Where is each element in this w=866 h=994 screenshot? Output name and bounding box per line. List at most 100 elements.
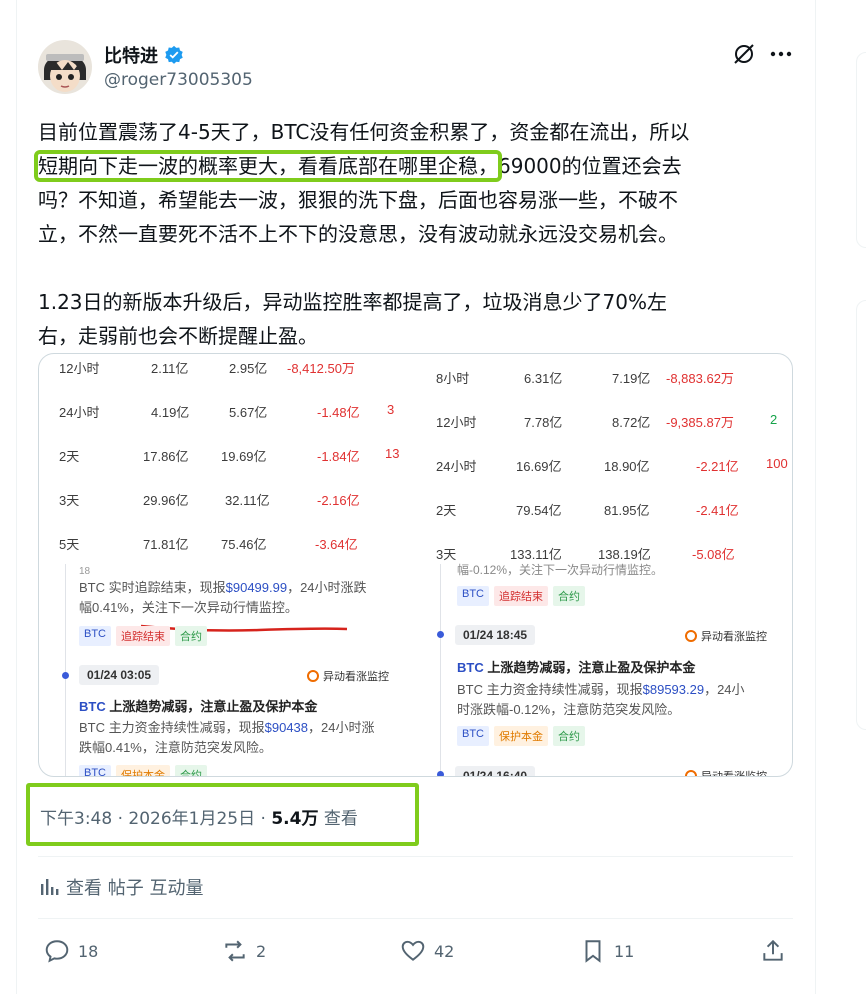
feed-symbol: BTC — [457, 660, 484, 675]
tag: BTC — [79, 626, 111, 646]
repost-button[interactable]: 2 — [222, 938, 266, 964]
like-button[interactable]: 42 — [400, 938, 454, 964]
author-handle[interactable]: @roger73005305 — [104, 70, 253, 90]
heart-icon — [401, 940, 425, 961]
feed-price: $90438 — [264, 720, 309, 735]
feed-time-badge: 01/24 03:05 — [79, 665, 160, 685]
verified-badge-icon — [165, 45, 183, 64]
tag: BTC — [457, 726, 489, 746]
tweet-line: 立，不然一直要死不活不上不下的没意思，没有波动就永远没交易机会。 — [38, 222, 678, 246]
feed-title-text: 上涨趋势减弱，注意止盈及保护本金 — [105, 699, 318, 714]
table-cell: -1.84亿 — [317, 449, 360, 464]
table-cell: 17.86亿 — [143, 449, 189, 464]
monitor-label: 异动看涨监控 — [307, 668, 389, 684]
table-cell: 75.46亿 — [221, 537, 267, 552]
table-cell: 2天 — [59, 449, 80, 464]
share-button[interactable] — [760, 938, 786, 964]
tweet-line-rest: 69000的位置还会去 — [498, 154, 682, 178]
table-cell: 71.81亿 — [143, 537, 189, 552]
more-options-icon[interactable] — [770, 50, 792, 58]
table-cell: 12小时 — [436, 415, 477, 430]
table-cell: -1.48亿 — [317, 405, 360, 420]
tweet-date[interactable]: 2026年1月25日 — [128, 809, 255, 829]
table-cell: -3.64亿 — [315, 537, 358, 552]
like-count: 42 — [434, 941, 455, 961]
table-cell: -9,385.87万 — [666, 415, 734, 430]
reply-count: 18 — [78, 941, 99, 961]
feed-title: BTC 上涨趋势减弱，注意止盈及保护本金 — [79, 696, 317, 715]
table-cell: 18.90亿 — [604, 459, 650, 474]
divider — [38, 918, 793, 919]
feed-text-part: ，24小 — [704, 682, 745, 697]
monitor-label: 异动看涨监控 — [685, 768, 767, 777]
bookmark-count: 11 — [614, 941, 635, 961]
tweet-time[interactable]: 下午3:48 — [40, 809, 112, 829]
table-cell: -5.08亿 — [692, 547, 735, 562]
views-count: 5.4万 — [271, 809, 319, 829]
tag: 合约 — [175, 765, 207, 776]
table-cell: -8,412.50万 — [287, 361, 355, 376]
tag: 合约 — [553, 586, 585, 606]
tweet-meta: 下午3:48 · 2026年1月25日 · 5.4万 查看 — [40, 804, 358, 829]
tweet-line: 吗？不知道，希望能去一波，狠狠的洗下盘，后面也容易涨一些，不破不 — [38, 188, 678, 212]
meta-separator: · — [112, 809, 129, 829]
action-bar: 18 2 42 11 — [38, 938, 798, 970]
share-icon — [763, 939, 783, 961]
feed-body: 时涨跌幅-0.12%，注意防范突发风险。 — [457, 702, 681, 717]
bookmark-icon — [585, 940, 601, 963]
analytics-icon — [41, 879, 59, 895]
tweet-line-highlighted: 短期向下走一波的概率更大，看看底部在哪里企稳，69000的位置还会去 — [34, 149, 808, 183]
feed-partial-top: 幅-0.12%，关注下一次异动行情监控。 — [457, 563, 664, 577]
feed-track-text: BTC 实时追踪结束，现报$90499.99，24小时涨跌 — [79, 578, 367, 598]
table-cell: 16.69亿 — [516, 459, 562, 474]
timeline-left-border — [16, 0, 17, 994]
monitor-icon — [307, 670, 319, 682]
monitor-text: 异动看涨监控 — [323, 671, 389, 683]
table-cell: 6.31亿 — [524, 371, 563, 386]
repost-icon — [225, 940, 245, 962]
table-cell: 5.67亿 — [229, 405, 268, 420]
tag: 保护本金 — [494, 726, 548, 746]
reply-icon — [45, 940, 69, 963]
bookmark-button[interactable]: 11 — [580, 938, 634, 964]
avatar-image — [38, 40, 92, 94]
table-cell: 2.11亿 — [151, 361, 189, 376]
feed-text-part: BTC 主力资金持续性减弱，现报 — [457, 682, 643, 697]
tag: 合约 — [175, 626, 207, 646]
media-image[interactable]: 12小时 2.11亿 2.95亿 -8,412.50万 24小时 4.19亿 5… — [38, 353, 793, 777]
tweet-line: 目前位置震荡了4-5天了，BTC没有任何资金积累了，资金都在流出，所以 — [38, 120, 690, 144]
table-cell: 24小时 — [59, 405, 100, 420]
table-cell: 29.96亿 — [143, 493, 189, 508]
table-cell: 2天 — [436, 503, 457, 518]
reply-button[interactable]: 18 — [44, 938, 98, 964]
author-name[interactable]: 比特进 — [104, 42, 158, 68]
table-cell: 12小时 — [59, 361, 100, 376]
author-name-row[interactable]: 比特进 — [104, 42, 184, 68]
table-cell: 3天 — [436, 547, 457, 562]
tweet-line: 右，走弱前也会不断提醒止盈。 — [38, 324, 318, 348]
table-cell: -2.16亿 — [317, 493, 360, 508]
tag: 追踪结束 — [116, 626, 170, 646]
feed-tags: BTC 保护本金 合约 — [457, 726, 585, 746]
table-cell: 3天 — [59, 493, 80, 508]
tag: 追踪结束 — [494, 586, 548, 606]
grok-icon[interactable] — [732, 42, 756, 66]
table-cell: 32.11亿 — [225, 493, 270, 508]
views-label: 查看 — [323, 809, 358, 829]
feed-tags: BTC 追踪结束 合约 — [79, 626, 207, 646]
timeline-line — [65, 564, 66, 776]
feed-tags: BTC 追踪结束 合约 — [457, 586, 585, 606]
timeline-dot — [62, 672, 69, 679]
timeline-line — [440, 564, 441, 776]
view-engagements-link[interactable]: 查看 帖子 互动量 — [38, 874, 203, 900]
monitor-icon — [685, 630, 697, 642]
feed-tags: BTC 保护本金 合约 — [79, 765, 207, 776]
feed-body: BTC 主力资金持续性减弱，现报$90438，24小时涨 — [79, 718, 374, 738]
table-cell: 7.78亿 — [524, 415, 563, 430]
monitor-text: 异动看涨监控 — [701, 771, 767, 777]
avatar[interactable] — [38, 40, 92, 94]
feed-text-part: BTC 实时追踪结束，现报 — [79, 580, 226, 595]
table-cell: 81.95亿 — [604, 503, 650, 518]
table-cell: 2 — [770, 412, 778, 427]
table-cell: 19.69亿 — [221, 449, 267, 464]
